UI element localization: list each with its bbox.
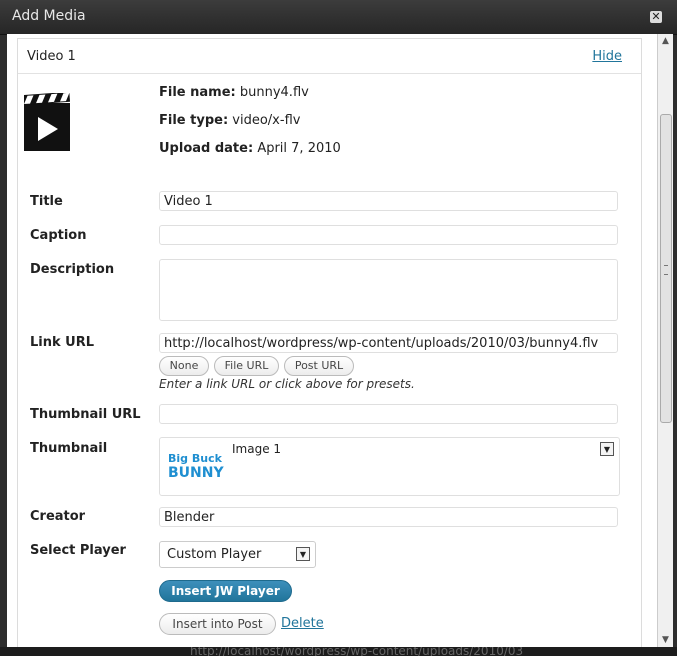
caption-label: Caption [30,228,87,243]
link-post-url-button[interactable]: Post URL [284,356,354,376]
description-label: Description [30,262,115,277]
vertical-scrollbar[interactable]: ▲ ▼ [657,34,673,647]
select-player-label: Select Player [30,543,126,558]
creator-input[interactable]: Blender [159,507,618,527]
thumbnail-image-name: Image 1 [232,442,282,456]
logo-line-2: BUNNY [168,465,224,480]
insert-into-post-button[interactable]: Insert into Post [159,613,276,635]
chevron-down-icon[interactable]: ▼ [296,547,310,561]
upload-date-row: Upload date: April 7, 2010 [159,141,341,156]
background-page-strip: http://localhost/wordpress/wp-content/up… [0,647,677,656]
scroll-up-icon[interactable]: ▲ [658,34,673,48]
file-name-value: bunny4.flv [239,85,309,100]
thumbnail-url-label: Thumbnail URL [30,407,141,422]
file-type-row: File type: video/x-flv [159,113,300,128]
thumbnail-url-input[interactable] [159,404,618,424]
link-none-button[interactable]: None [159,356,209,376]
title-label: Title [30,194,63,209]
insert-jw-player-button[interactable]: Insert JW Player [159,580,292,602]
link-file-url-button[interactable]: File URL [214,356,279,376]
media-item-name: Video 1 [27,49,76,64]
upload-date-value: April 7, 2010 [257,141,341,156]
chevron-down-icon[interactable]: ▼ [600,442,614,456]
logo-line-1: Big Buck [168,452,223,465]
title-input[interactable]: Video 1 [159,191,618,211]
file-name-label: File name: [159,85,236,100]
media-item-header: Video 1 Hide [18,39,641,74]
scrollbar-grip-icon [664,265,668,275]
delete-link[interactable]: Delete [281,616,324,631]
video-clapperboard-icon [24,93,70,151]
creator-label: Creator [30,509,86,524]
media-item-panel: Video 1 Hide File name: bunny4.flv File … [17,38,642,647]
file-name-row: File name: bunny4.flv [159,85,309,100]
link-url-label: Link URL [30,335,95,350]
description-textarea[interactable] [159,259,618,321]
dialog-content: Video 1 Hide File name: bunny4.flv File … [7,34,657,647]
hide-link[interactable]: Hide [592,49,622,64]
file-type-label: File type: [159,113,229,128]
scrollbar-thumb[interactable] [660,114,672,423]
link-url-input[interactable]: http://localhost/wordpress/wp-content/up… [159,333,618,353]
upload-date-label: Upload date: [159,141,254,156]
background-url-text: http://localhost/wordpress/wp-content/up… [190,647,524,656]
big-buck-bunny-logo: Big Buck BUNNY [168,452,224,480]
file-type-value: video/x-flv [232,113,301,128]
close-icon[interactable]: ✕ [650,11,662,23]
thumbnail-select[interactable]: Big Buck BUNNY Image 1 ▼ [159,437,620,496]
link-url-hint: Enter a link URL or click above for pres… [159,377,415,391]
scroll-down-icon[interactable]: ▼ [658,633,673,647]
add-media-dialog: Add Media ✕ Video 1 Hide File name: bunn… [0,0,677,656]
player-select-value: Custom Player [167,547,262,562]
thumbnail-label: Thumbnail [30,441,108,456]
player-select[interactable]: Custom Player ▼ [159,541,316,568]
dialog-title: Add Media [12,8,86,24]
dialog-titlebar: Add Media ✕ [0,0,677,35]
caption-input[interactable] [159,225,618,245]
